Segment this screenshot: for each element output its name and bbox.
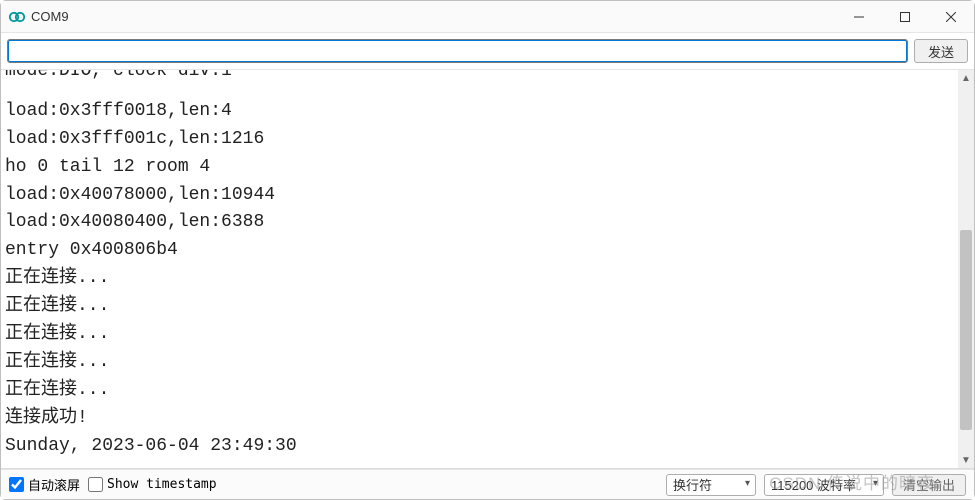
titlebar: COM9 [1, 1, 974, 33]
console-line: load:0x3fff001c,len:1216 [5, 126, 970, 154]
scroll-up-icon[interactable]: ▲ [958, 70, 974, 86]
bottom-bar: 自动滚屏 Show timestamp 换行符 115200 波特率 清空输出 [1, 469, 974, 499]
window-controls [836, 1, 974, 32]
baud-select[interactable]: 115200 波特率 [764, 474, 884, 496]
maximize-button[interactable] [882, 1, 928, 32]
baud-value: 115200 波特率 [771, 475, 856, 494]
autoscroll-label: 自动滚屏 [28, 475, 80, 494]
clear-output-button[interactable]: 清空输出 [892, 474, 966, 496]
autoscroll-checkbox[interactable]: 自动滚屏 [9, 475, 80, 494]
console-line: ho 0 tail 12 room 4 [5, 154, 970, 182]
console-line: 正在连接... [5, 293, 970, 321]
console-line: entry 0x400806b4 [5, 237, 970, 265]
send-button[interactable]: 发送 [914, 39, 968, 63]
console-line: 正在连接... [5, 265, 970, 293]
arduino-icon [9, 9, 25, 25]
scroll-down-icon[interactable]: ▼ [958, 452, 974, 468]
timestamp-label: Show timestamp [107, 477, 217, 492]
console-line: 正在连接... [5, 349, 970, 377]
console-line: mode:DIO, clock div:1 [5, 70, 970, 86]
send-row: 发送 [1, 33, 974, 69]
autoscroll-input[interactable] [9, 477, 24, 492]
timestamp-input[interactable] [88, 477, 103, 492]
console-line: 正在连接... [5, 321, 970, 349]
console-line: load:0x3fff0018,len:4 [5, 98, 970, 126]
console-area: mode:DIO, clock div:1 load:0x3fff0018,len… [1, 69, 974, 469]
console-line: load:0x40080400,len:6388 [5, 209, 970, 237]
console-line: load:0x40078000,len:10944 [5, 182, 970, 210]
line-ending-value: 换行符 [673, 475, 712, 494]
minimize-button[interactable] [836, 1, 882, 32]
console-line: Sunday, 2023-06-04 23:49:30 [5, 433, 970, 461]
line-ending-select[interactable]: 换行符 [666, 474, 756, 496]
serial-console[interactable]: mode:DIO, clock div:1 load:0x3fff0018,len… [1, 70, 974, 468]
serial-input[interactable] [7, 39, 908, 63]
close-button[interactable] [928, 1, 974, 32]
window-title: COM9 [31, 9, 836, 24]
scrollbar[interactable]: ▲ ▼ [958, 70, 974, 468]
timestamp-checkbox[interactable]: Show timestamp [88, 477, 217, 492]
console-line: 正在连接... [5, 377, 970, 405]
console-line: 连接成功! [5, 405, 970, 433]
scroll-thumb[interactable] [960, 230, 972, 430]
